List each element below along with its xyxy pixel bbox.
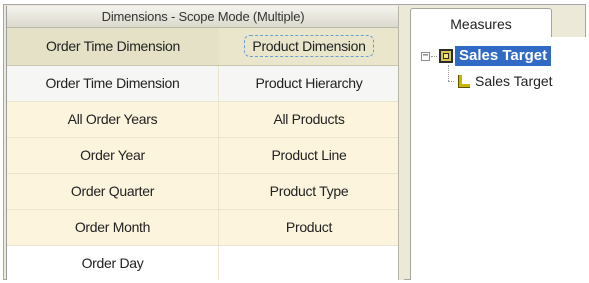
grid-header-row: Order Time Dimension Product Dimension xyxy=(7,28,398,66)
tree-connector xyxy=(448,81,454,82)
grid-cell[interactable]: Order Day xyxy=(7,246,219,280)
panel-splitter[interactable] xyxy=(398,6,404,280)
column-header-label: Order Time Dimension xyxy=(45,38,181,54)
grid-cell[interactable]: Product Hierarchy xyxy=(219,66,398,101)
grid-cell[interactable]: Order Month xyxy=(7,210,219,245)
measure-icon xyxy=(458,75,470,88)
tree-node-sales-target[interactable]: Sales Target xyxy=(455,46,552,66)
column-header-order-time[interactable]: Order Time Dimension xyxy=(7,28,219,65)
table-row: Order Year Product Line xyxy=(7,138,398,174)
grid-cell[interactable]: Order Year xyxy=(7,138,219,173)
dimension-grid: Dimensions - Scope Mode (Multiple) Order… xyxy=(6,6,398,280)
grid-cell[interactable]: Product Type xyxy=(219,174,398,209)
column-header-label: Product Dimension xyxy=(244,35,374,57)
grid-cell[interactable]: Order Time Dimension xyxy=(7,66,219,101)
grid-cell[interactable] xyxy=(219,246,398,280)
grid-cell[interactable]: Order Quarter xyxy=(7,174,219,209)
table-row: Order Day xyxy=(7,246,398,280)
tree-connector xyxy=(448,65,449,81)
grid-cell[interactable]: All Products xyxy=(219,102,398,137)
grid-title: Dimensions - Scope Mode (Multiple) xyxy=(7,6,398,28)
table-row: All Order Years All Products xyxy=(7,102,398,138)
measures-tree: − Sales Target Sales Target xyxy=(410,37,586,280)
table-row: Order Quarter Product Type xyxy=(7,174,398,210)
grid-cell[interactable]: Product Line xyxy=(219,138,398,173)
collapse-toggle[interactable]: − xyxy=(421,51,430,61)
grid-cell[interactable]: Product xyxy=(219,210,398,245)
column-header-product[interactable]: Product Dimension xyxy=(219,28,398,65)
tree-connector xyxy=(431,56,437,57)
cube-icon xyxy=(439,49,453,63)
grid-cell[interactable]: All Order Years xyxy=(7,102,219,137)
tree-node-sales-target-measure[interactable]: Sales Target xyxy=(475,72,553,90)
tab-measures[interactable]: Measures xyxy=(410,8,552,38)
table-row: Order Time Dimension Product Hierarchy xyxy=(7,66,398,102)
table-row: Order Month Product xyxy=(7,210,398,246)
